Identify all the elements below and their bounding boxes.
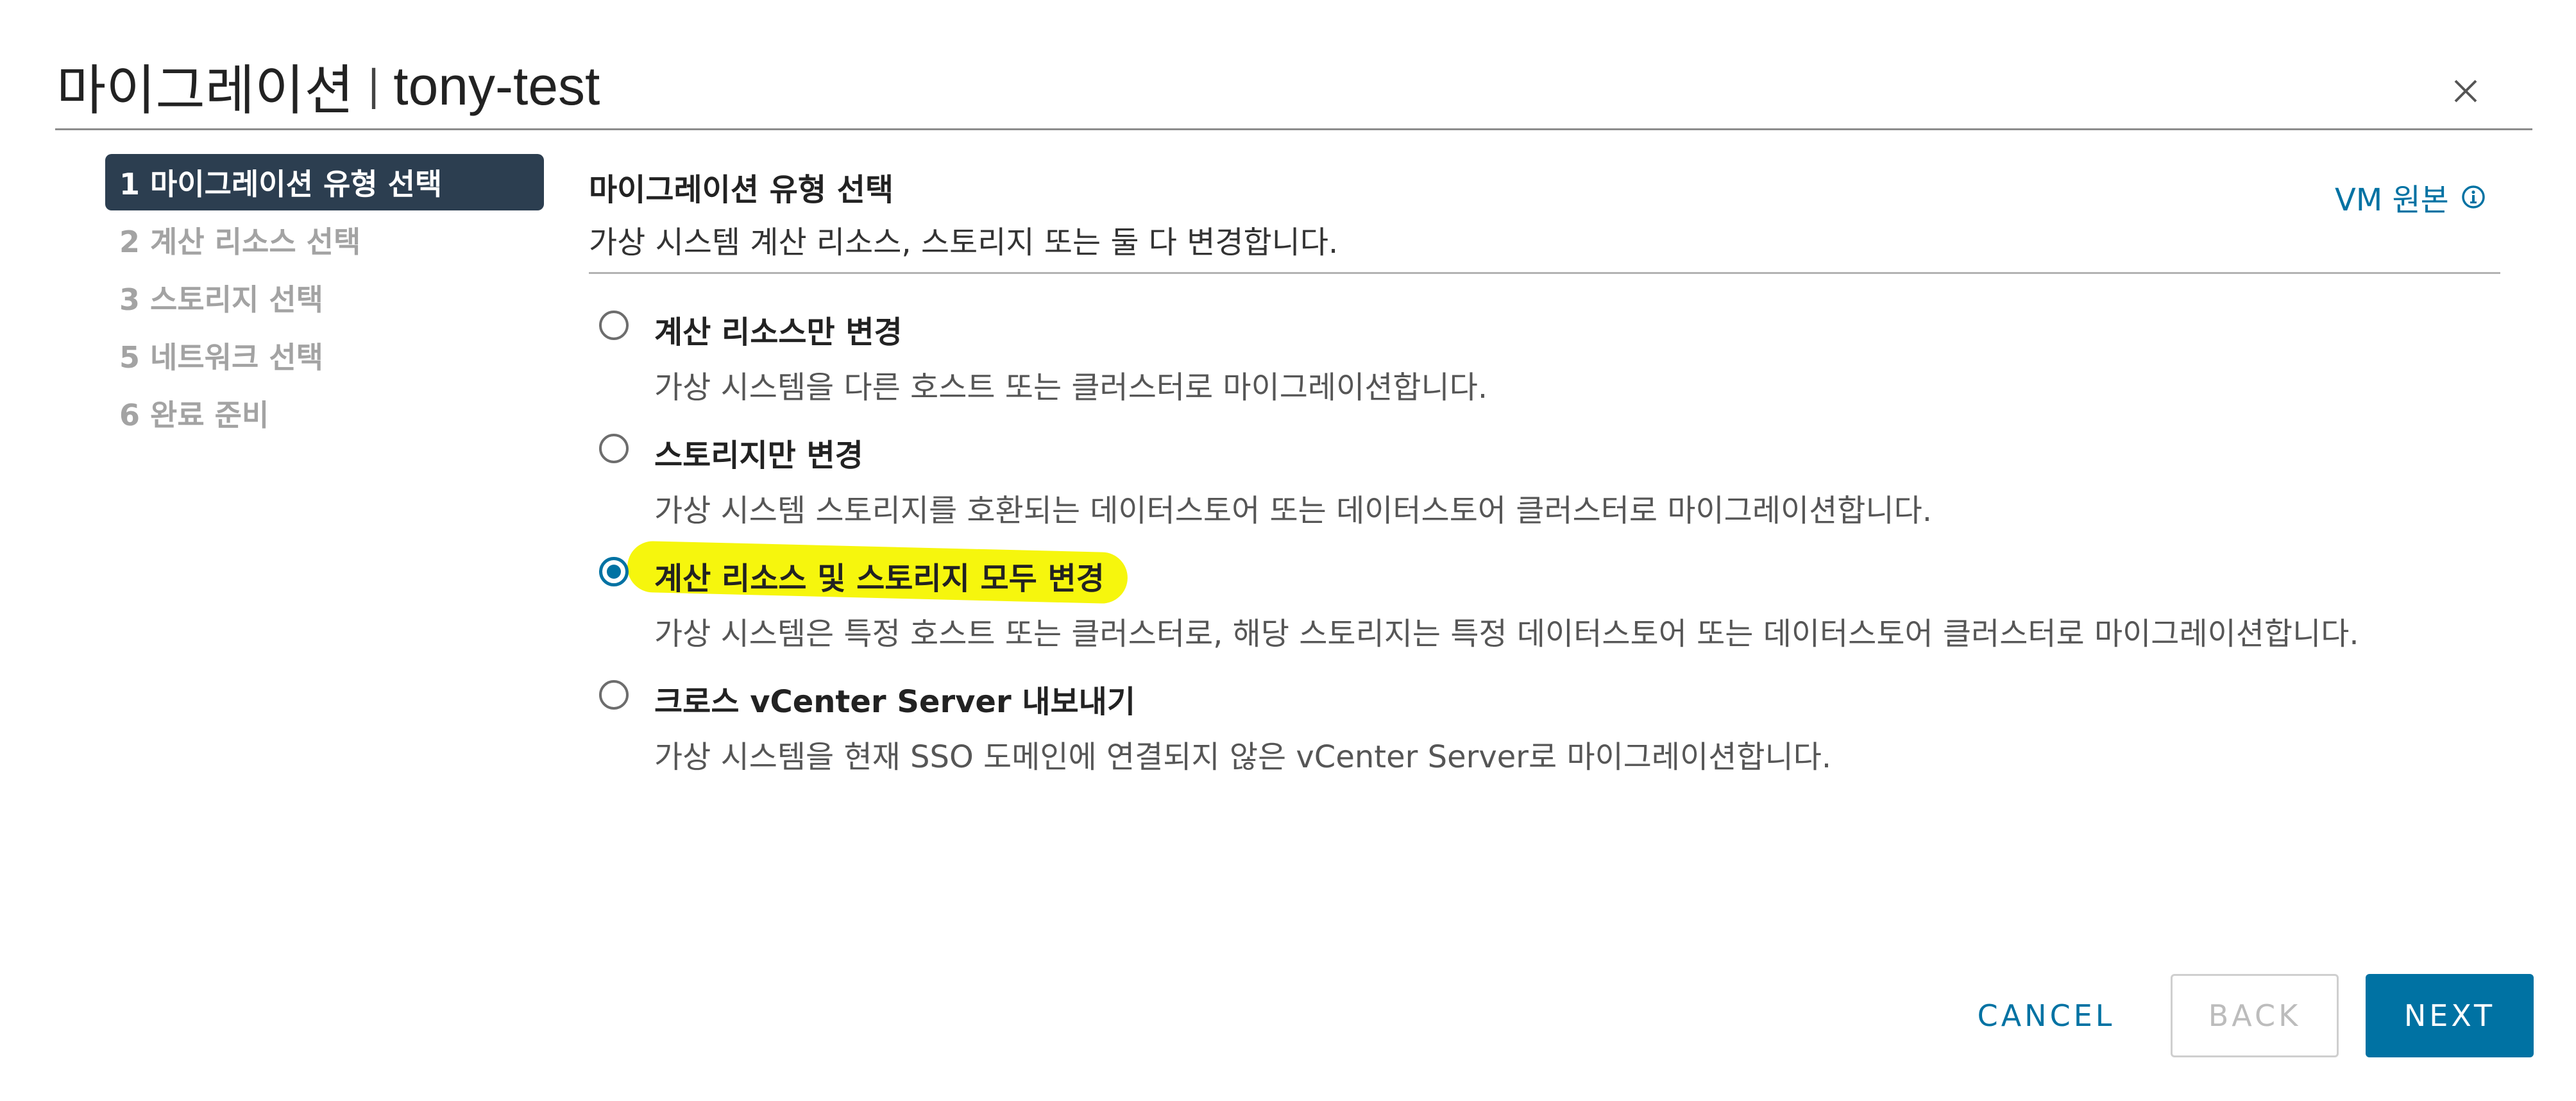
vm-name: tony-test xyxy=(393,55,600,116)
step-label: 5 네트워크 선택 xyxy=(119,340,323,375)
option-label: 계산 리소스 및 스토리지 모두 변경 xyxy=(654,561,1105,597)
header-divider xyxy=(55,128,2532,130)
wizard-steps: 1 마이그레이션 유형 선택 2 계산 리소스 선택 3 스토리지 선택 5 네… xyxy=(105,154,544,443)
dialog-title-text: 마이그레이션 xyxy=(56,58,354,122)
step-label: 1 마이그레이션 유형 선택 xyxy=(119,167,443,201)
title-separator: | xyxy=(366,62,381,110)
dialog-title: 마이그레이션 | tony-test xyxy=(56,47,600,124)
vm-origin-link[interactable]: VM 원본 xyxy=(2335,175,2486,219)
radio-button[interactable] xyxy=(599,434,629,463)
close-icon xyxy=(2454,80,2477,103)
migration-dialog: 마이그레이션 | tony-test 1 마이그레이션 유형 선택 2 계산 리… xyxy=(0,0,2576,1101)
info-icon xyxy=(2462,185,2485,209)
section-description: 가상 시스템 계산 리소스, 스토리지 또는 둘 다 변경합니다. xyxy=(589,225,1339,260)
back-button[interactable]: BACK xyxy=(2171,974,2339,1057)
option-description: 가상 시스템을 다른 호스트 또는 클러스터로 마이그레이션합니다. xyxy=(654,370,1488,405)
step-compute-resource[interactable]: 2 계산 리소스 선택 xyxy=(105,212,544,268)
radio-button[interactable] xyxy=(599,680,629,710)
option-description: 가상 시스템을 현재 SSO 도메인에 연결되지 않은 vCenter Serv… xyxy=(654,739,1832,775)
section-title: 마이그레이션 유형 선택 xyxy=(589,172,894,208)
step-label: 2 계산 리소스 선택 xyxy=(119,225,361,259)
step-label: 3 스토리지 선택 xyxy=(119,282,323,317)
vm-origin-label: VM 원본 xyxy=(2335,182,2449,218)
next-button[interactable]: NEXT xyxy=(2366,974,2534,1057)
step-label: 6 완료 준비 xyxy=(119,398,269,432)
option-description: 가상 시스템은 특정 호스트 또는 클러스터로, 해당 스토리지는 특정 데이터… xyxy=(654,616,2359,652)
step-ready-to-complete[interactable]: 6 완료 준비 xyxy=(105,385,544,441)
radio-button-selected[interactable] xyxy=(599,557,629,586)
option-description: 가상 시스템 스토리지를 호환되는 데이터스토어 또는 데이터스토어 클러스터로… xyxy=(654,493,1933,529)
step-migration-type[interactable]: 1 마이그레이션 유형 선택 xyxy=(105,154,544,210)
option-label: 크로스 vCenter Server 내보내기 xyxy=(654,684,1135,720)
content-divider xyxy=(589,272,2500,274)
option-label: 계산 리소스만 변경 xyxy=(654,314,902,350)
cancel-button[interactable]: CANCEL xyxy=(1956,974,2136,1057)
step-network[interactable]: 5 네트워크 선택 xyxy=(105,327,544,384)
step-storage[interactable]: 3 스토리지 선택 xyxy=(105,269,544,326)
radio-button[interactable] xyxy=(599,311,629,340)
close-button[interactable] xyxy=(2448,73,2484,109)
option-label: 스토리지만 변경 xyxy=(654,438,863,474)
